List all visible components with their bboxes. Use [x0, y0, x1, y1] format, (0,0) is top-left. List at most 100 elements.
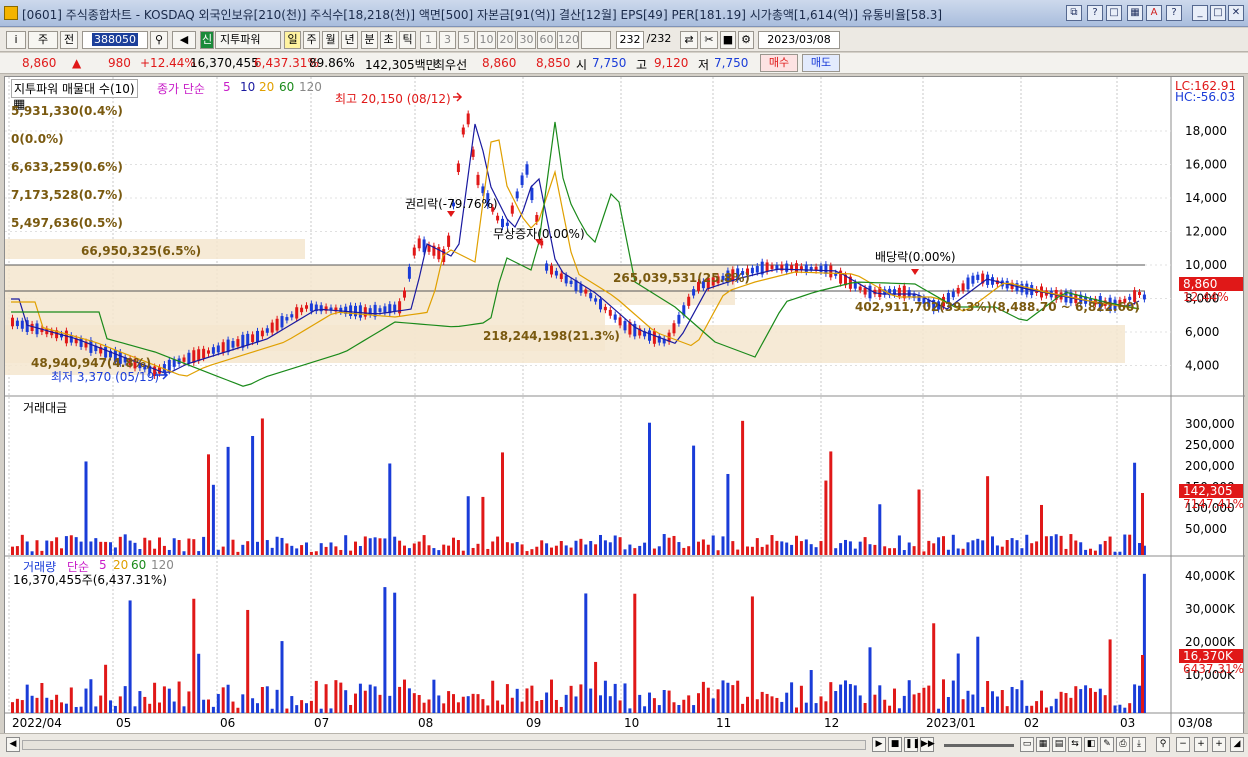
quote-bar: 8,860 ▲ 980 +12.44% 16,370,455 6,437.31%…: [0, 53, 1248, 74]
period-minute[interactable]: 분: [361, 31, 378, 49]
scrollbar-track[interactable]: [22, 740, 866, 750]
amount-bar: [368, 538, 372, 555]
scissors-icon[interactable]: ✂: [700, 31, 718, 49]
sell-button[interactable]: 매도: [802, 54, 840, 72]
volume-bar: [932, 623, 936, 713]
amount-bar: [422, 535, 426, 555]
type-select[interactable]: 주: [28, 31, 58, 49]
period-tick[interactable]: 틱: [399, 31, 416, 49]
speaker-icon[interactable]: ◀: [172, 31, 196, 49]
minute-3[interactable]: 3: [439, 31, 456, 49]
fit-icon[interactable]: ◢: [1230, 737, 1244, 752]
layout-icon[interactable]: ▭: [1020, 737, 1034, 752]
period-day[interactable]: 일: [284, 31, 301, 49]
volume-bar: [1049, 706, 1053, 713]
volume-bar: [74, 707, 78, 713]
candle-body: [64, 330, 68, 344]
amount-bar: [1084, 549, 1088, 555]
amount-bar: [172, 538, 176, 555]
title-bar: [0601] 주식종합차트 - KOSDAQ 외국인보유[210(천)] 주식수…: [0, 0, 1248, 27]
amount-bar: [476, 543, 480, 555]
candle-body: [907, 290, 911, 297]
volume-bar: [844, 680, 847, 713]
count-input[interactable]: 232: [616, 31, 644, 49]
chart-icon[interactable]: ▦: [1127, 5, 1143, 21]
info-icon[interactable]: ?: [1166, 5, 1182, 21]
settings-icon[interactable]: ⚙: [738, 31, 754, 49]
volume-bar: [863, 702, 867, 713]
minute-120[interactable]: 120: [557, 31, 579, 49]
table-icon[interactable]: ▤: [1052, 737, 1066, 752]
amount-bar: [1103, 540, 1107, 555]
toolbar: i 주 전 388050 ⚲ ◀ 신 지투파워 일 주 월 년 분 초 틱 1 …: [0, 28, 1248, 52]
amount-bar: [1025, 534, 1029, 555]
zoom-out-icon[interactable]: −: [1176, 737, 1190, 752]
candle-body: [270, 322, 274, 333]
mode-button[interactable]: 전: [60, 31, 78, 49]
overlay-icon[interactable]: ◧: [1084, 737, 1098, 752]
period-year[interactable]: 년: [341, 31, 358, 49]
volume-bar: [1108, 639, 1112, 713]
zoom-slider[interactable]: [944, 744, 1014, 747]
volume-bar: [956, 653, 960, 713]
amount-bar: [442, 544, 446, 555]
grid-icon[interactable]: ▦: [1036, 737, 1050, 752]
volume-bar: [496, 700, 500, 713]
volume-bar: [799, 685, 803, 713]
zoom-in-icon[interactable]: +: [1212, 737, 1226, 752]
draw-icon[interactable]: ✎: [1100, 737, 1114, 752]
print-icon[interactable]: ⎙: [1116, 737, 1130, 752]
minute-20[interactable]: 20: [497, 31, 516, 49]
minute-1[interactable]: 1: [420, 31, 437, 49]
candle-body: [447, 235, 451, 247]
zoom-search-icon[interactable]: ⚲: [1156, 737, 1170, 752]
legend-title[interactable]: 지투파워 매물대 수(10): [11, 79, 138, 98]
compare-icon[interactable]: ⇆: [1068, 737, 1082, 752]
volume-bar: [677, 704, 681, 713]
volume-bar: [1030, 705, 1034, 713]
scroll-left-icon[interactable]: ◀: [6, 737, 20, 752]
period-month[interactable]: 월: [322, 31, 339, 49]
zoom-reset-icon[interactable]: +: [1194, 737, 1208, 752]
maximize-button[interactable]: □: [1210, 5, 1226, 21]
period-second[interactable]: 초: [380, 31, 397, 49]
window-icon[interactable]: □: [1106, 5, 1122, 21]
alert-icon[interactable]: A: [1146, 5, 1162, 21]
play-icon[interactable]: ▶: [872, 737, 886, 752]
code-input[interactable]: 388050: [82, 31, 148, 49]
candle-body: [853, 282, 857, 289]
pause-icon[interactable]: ❚❚: [904, 737, 920, 752]
date-input[interactable]: 2023/03/08: [758, 31, 840, 49]
close-button[interactable]: ✕: [1228, 5, 1244, 21]
minimize-button[interactable]: _: [1192, 5, 1208, 21]
minute-5[interactable]: 5: [458, 31, 475, 49]
arrange-icon[interactable]: ⇄: [680, 31, 698, 49]
link-icon[interactable]: ⧉: [1066, 5, 1082, 21]
save-icon[interactable]: ■: [720, 31, 736, 49]
stop-icon[interactable]: ■: [888, 737, 902, 752]
search-icon[interactable]: ⚲: [150, 31, 168, 49]
info-icon[interactable]: i: [6, 31, 26, 49]
amount-bar: [251, 435, 255, 555]
candle-body: [354, 305, 357, 317]
period-week[interactable]: 주: [303, 31, 320, 49]
event-arrow-icon: [911, 269, 919, 275]
custom-period-input[interactable]: [581, 31, 611, 49]
price-ytick: 12,000: [1185, 225, 1227, 239]
volume-bar: [692, 705, 696, 713]
export-icon[interactable]: ⤓: [1132, 737, 1146, 752]
candle-body: [1142, 294, 1146, 300]
amount-bar: [888, 548, 892, 555]
chart-area[interactable]: 2022/04 05 06 07 08 09 10 11 12 2023/01 02 03 03/08 1…: [4, 76, 1245, 735]
buy-button[interactable]: 매수: [760, 54, 798, 72]
minute-10[interactable]: 10: [477, 31, 496, 49]
candle-body: [545, 263, 549, 271]
minute-60[interactable]: 60: [537, 31, 556, 49]
amount-bar: [197, 551, 201, 555]
volume-bar: [672, 702, 676, 713]
minute-30[interactable]: 30: [517, 31, 536, 49]
chart-canvas[interactable]: 2022/04 05 06 07 08 09 10 11 12 2023/01 02 03 03/08 1…: [5, 77, 1245, 735]
help-icon[interactable]: ?: [1087, 5, 1103, 21]
candle-body: [412, 247, 416, 256]
fast-forward-icon[interactable]: ▶▶: [920, 737, 935, 752]
